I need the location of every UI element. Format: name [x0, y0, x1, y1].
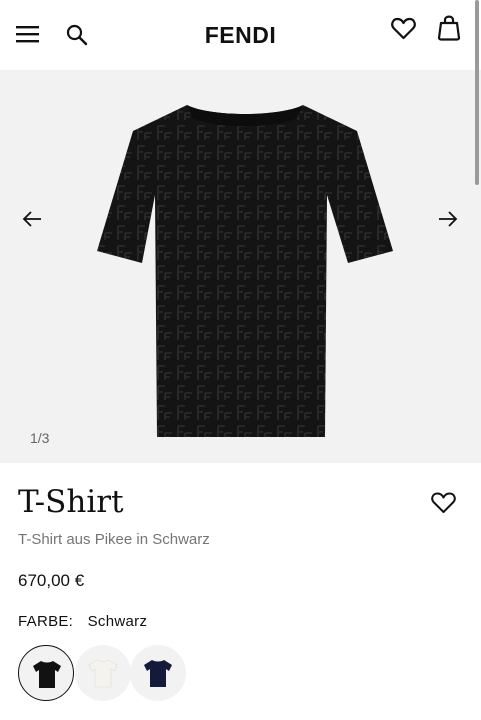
next-image-button[interactable] — [438, 210, 458, 233]
color-selection-label: FARBE: Schwarz — [18, 613, 147, 630]
color-value: Schwarz — [87, 613, 148, 630]
shopping-bag-icon — [437, 15, 461, 41]
product-image-gallery[interactable]: 1/3 — [0, 70, 481, 463]
wishlist-button[interactable] — [391, 17, 416, 45]
site-header: FENDI — [0, 0, 481, 71]
product-image-tshirt — [97, 105, 393, 437]
product-title: T-Shirt — [18, 484, 124, 520]
swatch-navy[interactable] — [130, 645, 186, 701]
page-scrollbar[interactable] — [475, 0, 479, 185]
arrow-right-icon — [439, 211, 458, 227]
swatch-black[interactable] — [18, 645, 74, 701]
heart-icon — [391, 17, 416, 40]
add-to-wishlist-button[interactable] — [431, 492, 456, 519]
swatch-white[interactable] — [75, 645, 131, 701]
product-price: 670,00 € — [18, 571, 85, 590]
previous-image-button[interactable] — [22, 210, 42, 233]
heart-icon — [431, 492, 456, 513]
arrow-left-icon — [22, 211, 41, 227]
tshirt-thumbnail-navy — [144, 660, 172, 687]
image-counter: 1/3 — [30, 430, 50, 446]
shopping-bag-button[interactable] — [437, 14, 461, 46]
tshirt-thumbnail-white — [88, 659, 118, 688]
product-subtitle: T-Shirt aus Pikee in Schwarz — [18, 531, 210, 548]
color-label: FARBE: — [18, 613, 74, 630]
tshirt-thumbnail-black — [33, 661, 61, 688]
